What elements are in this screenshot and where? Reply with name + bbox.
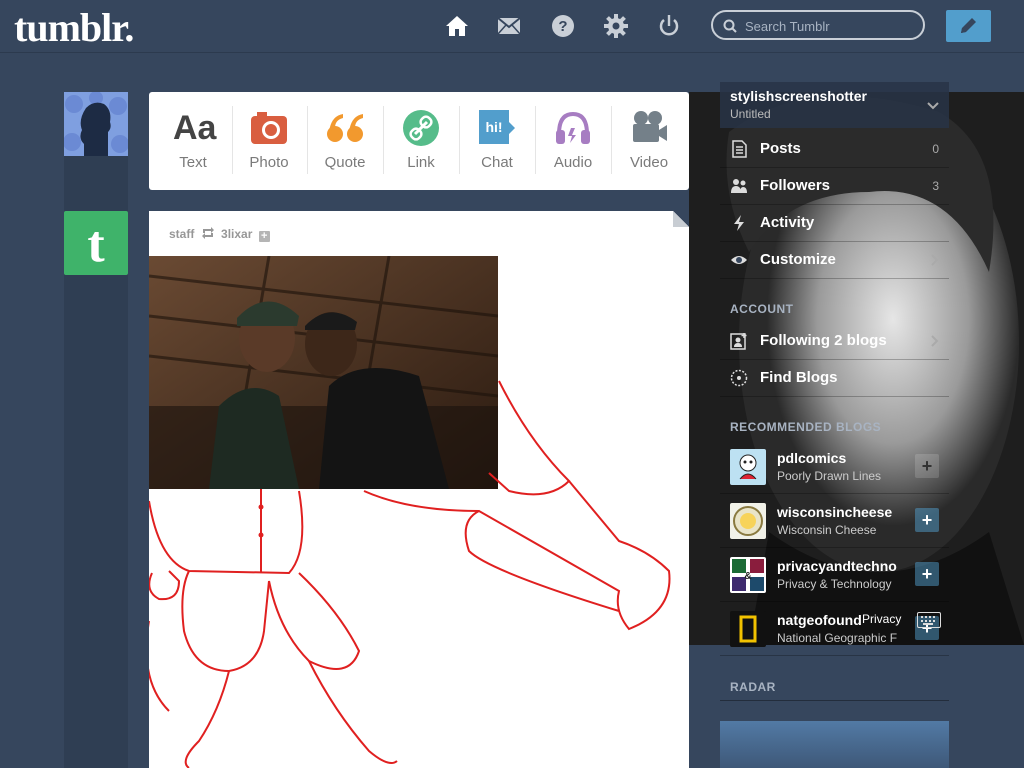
post-type-chat[interactable]: hi! Chat [459,92,535,190]
recommended-blog[interactable]: & privacyandtechnology Privacy & Technol… [720,549,949,602]
inbox-icon[interactable] [497,14,521,38]
tumblr-logo[interactable]: tumblr. [14,4,134,51]
recommended-blog[interactable]: natgeofound National Geographic Found + [720,603,949,656]
sidebar-item-customize[interactable]: Customize [720,242,949,279]
home-icon[interactable] [445,14,469,38]
header: tumblr. ? [0,0,1024,53]
text-icon: Aa [173,109,217,147]
posts-icon [732,140,747,158]
pencil-icon [961,18,976,33]
blog-thumb [730,503,766,539]
help-icon[interactable]: ? [551,14,575,38]
radar-heading: RADAR [730,680,776,694]
following-icon [730,333,747,350]
post-type-audio[interactable]: Audio [535,92,611,190]
video-camera-icon [629,108,669,148]
follow-button[interactable]: + [915,454,939,478]
compose-button[interactable] [946,10,991,42]
camera-icon [249,108,289,148]
search-box[interactable] [711,10,925,40]
chevron-right-icon [931,254,939,266]
link-icon [401,108,441,148]
svg-text:hi!: hi! [485,119,502,135]
sidebar-item-following[interactable]: Following 2 blogs [720,323,949,360]
sidebar-item-followers[interactable]: Followers 3 [720,168,949,205]
account-heading: ACCOUNT [730,302,794,316]
chevron-down-icon [927,102,939,110]
dashboard-post: staff 3lixar + [149,211,689,768]
settings-gear-icon[interactable] [604,14,628,38]
privacy-link[interactable]: Privacy [862,612,901,626]
recommended-blog[interactable]: pdlcomics Poorly Drawn Lines + [720,441,949,494]
blog-selector[interactable]: stylishscreenshotter Untitled [720,82,949,128]
quote-icon [325,108,365,148]
activity-lightning-icon [734,215,744,231]
blog-thumb: & [730,557,766,593]
user-avatar[interactable] [64,92,128,156]
post-type-link[interactable]: Link [383,92,459,190]
follow-button[interactable]: + [915,508,939,532]
avatar-silhouette-icon [64,92,128,156]
blog-thumb [730,449,766,485]
post-type-quote[interactable]: Quote [307,92,383,190]
customize-eye-icon [731,256,747,264]
radar-section: RADAR [720,672,949,701]
chevron-right-icon [931,335,939,347]
post-type-video[interactable]: Video [611,92,687,190]
sidebar-item-find-blogs[interactable]: Find Blogs [720,360,949,397]
svg-text:?: ? [558,18,567,35]
followers-icon [731,179,747,193]
svg-text:&: & [744,571,751,582]
keyboard-shortcuts-icon[interactable] [917,612,941,628]
post-type-bar: Aa Text Photo Quote Link hi! Chat Audio [149,92,689,190]
search-icon [723,19,737,33]
sidebar-item-posts[interactable]: Posts 0 [720,131,949,168]
sidebar-item-activity[interactable]: Activity [720,205,949,242]
dashboard-left-rail [64,93,128,768]
post-type-photo[interactable]: Photo [231,92,307,190]
blog-thumb [730,611,766,647]
red-line-drawing [149,380,671,768]
search-input[interactable] [743,16,919,36]
headphones-icon [553,108,593,148]
follow-button[interactable]: + [915,562,939,586]
logout-power-icon[interactable] [657,14,681,38]
find-blogs-compass-icon [730,369,748,387]
recommended-heading: RECOMMENDED BLOGS [730,420,882,434]
post-type-text[interactable]: Aa Text [155,92,231,190]
recommended-blog[interactable]: wisconsincheese Wisconsin Cheese + [720,495,949,548]
chat-icon: hi! [477,108,517,148]
tumblr-staff-avatar[interactable]: t [64,211,128,275]
radar-post-preview[interactable] [720,721,949,768]
